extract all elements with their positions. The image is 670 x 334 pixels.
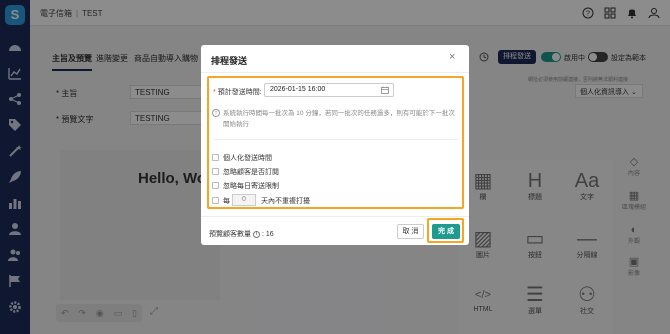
ignore-daily-limit-label: 忽略每日寄送限制	[223, 183, 279, 190]
frequency-cap-checkbox[interactable]	[212, 197, 219, 204]
send-time-label-text: 預計發送時間:	[217, 89, 262, 96]
calendar-icon	[381, 86, 389, 94]
batch-notice: 系統執行時間每一批次為 10 分鐘，若同一批次的任務過多，則有可能於下一批次開始…	[223, 110, 455, 128]
frequency-suffix: 天內不重複打擾	[261, 198, 310, 205]
ignore-subscription-checkbox[interactable]	[212, 168, 219, 175]
preview-count-value: : 16	[262, 231, 274, 238]
done-button[interactable]: 完 成	[432, 224, 460, 239]
days-input[interactable]: 0	[232, 194, 256, 206]
header-divider	[201, 72, 469, 73]
schedule-send-dialog: 排程發送 × * 預計發送時間: 2026-01-15 16:00 i 系統執行時…	[201, 45, 469, 245]
info-icon: i	[253, 230, 260, 238]
footer-divider	[201, 216, 469, 217]
preview-count: 預覽顧客數量 i: 16	[209, 229, 274, 239]
required-mark: *	[213, 89, 216, 96]
send-time-label: * 預計發送時間:	[213, 87, 262, 97]
send-time-input[interactable]: 2026-01-15 16:00	[264, 83, 394, 97]
personalized-time-checkbox[interactable]	[212, 154, 219, 161]
section-divider	[213, 139, 459, 140]
dialog-title: 排程發送	[211, 56, 248, 66]
frequency-prefix: 每	[223, 198, 230, 205]
ignore-subscription-label: 忽略顧客是否訂閱	[223, 169, 279, 176]
cancel-button[interactable]: 取 消	[397, 224, 424, 239]
info-icon: i	[212, 109, 220, 117]
personalized-time-label: 個人化發送時間	[223, 155, 272, 162]
send-time-value: 2026-01-15 16:00	[270, 86, 326, 93]
ignore-daily-limit-checkbox[interactable]	[212, 182, 219, 189]
close-icon[interactable]: ×	[449, 51, 455, 63]
preview-count-label: 預覽顧客數量	[209, 231, 251, 238]
